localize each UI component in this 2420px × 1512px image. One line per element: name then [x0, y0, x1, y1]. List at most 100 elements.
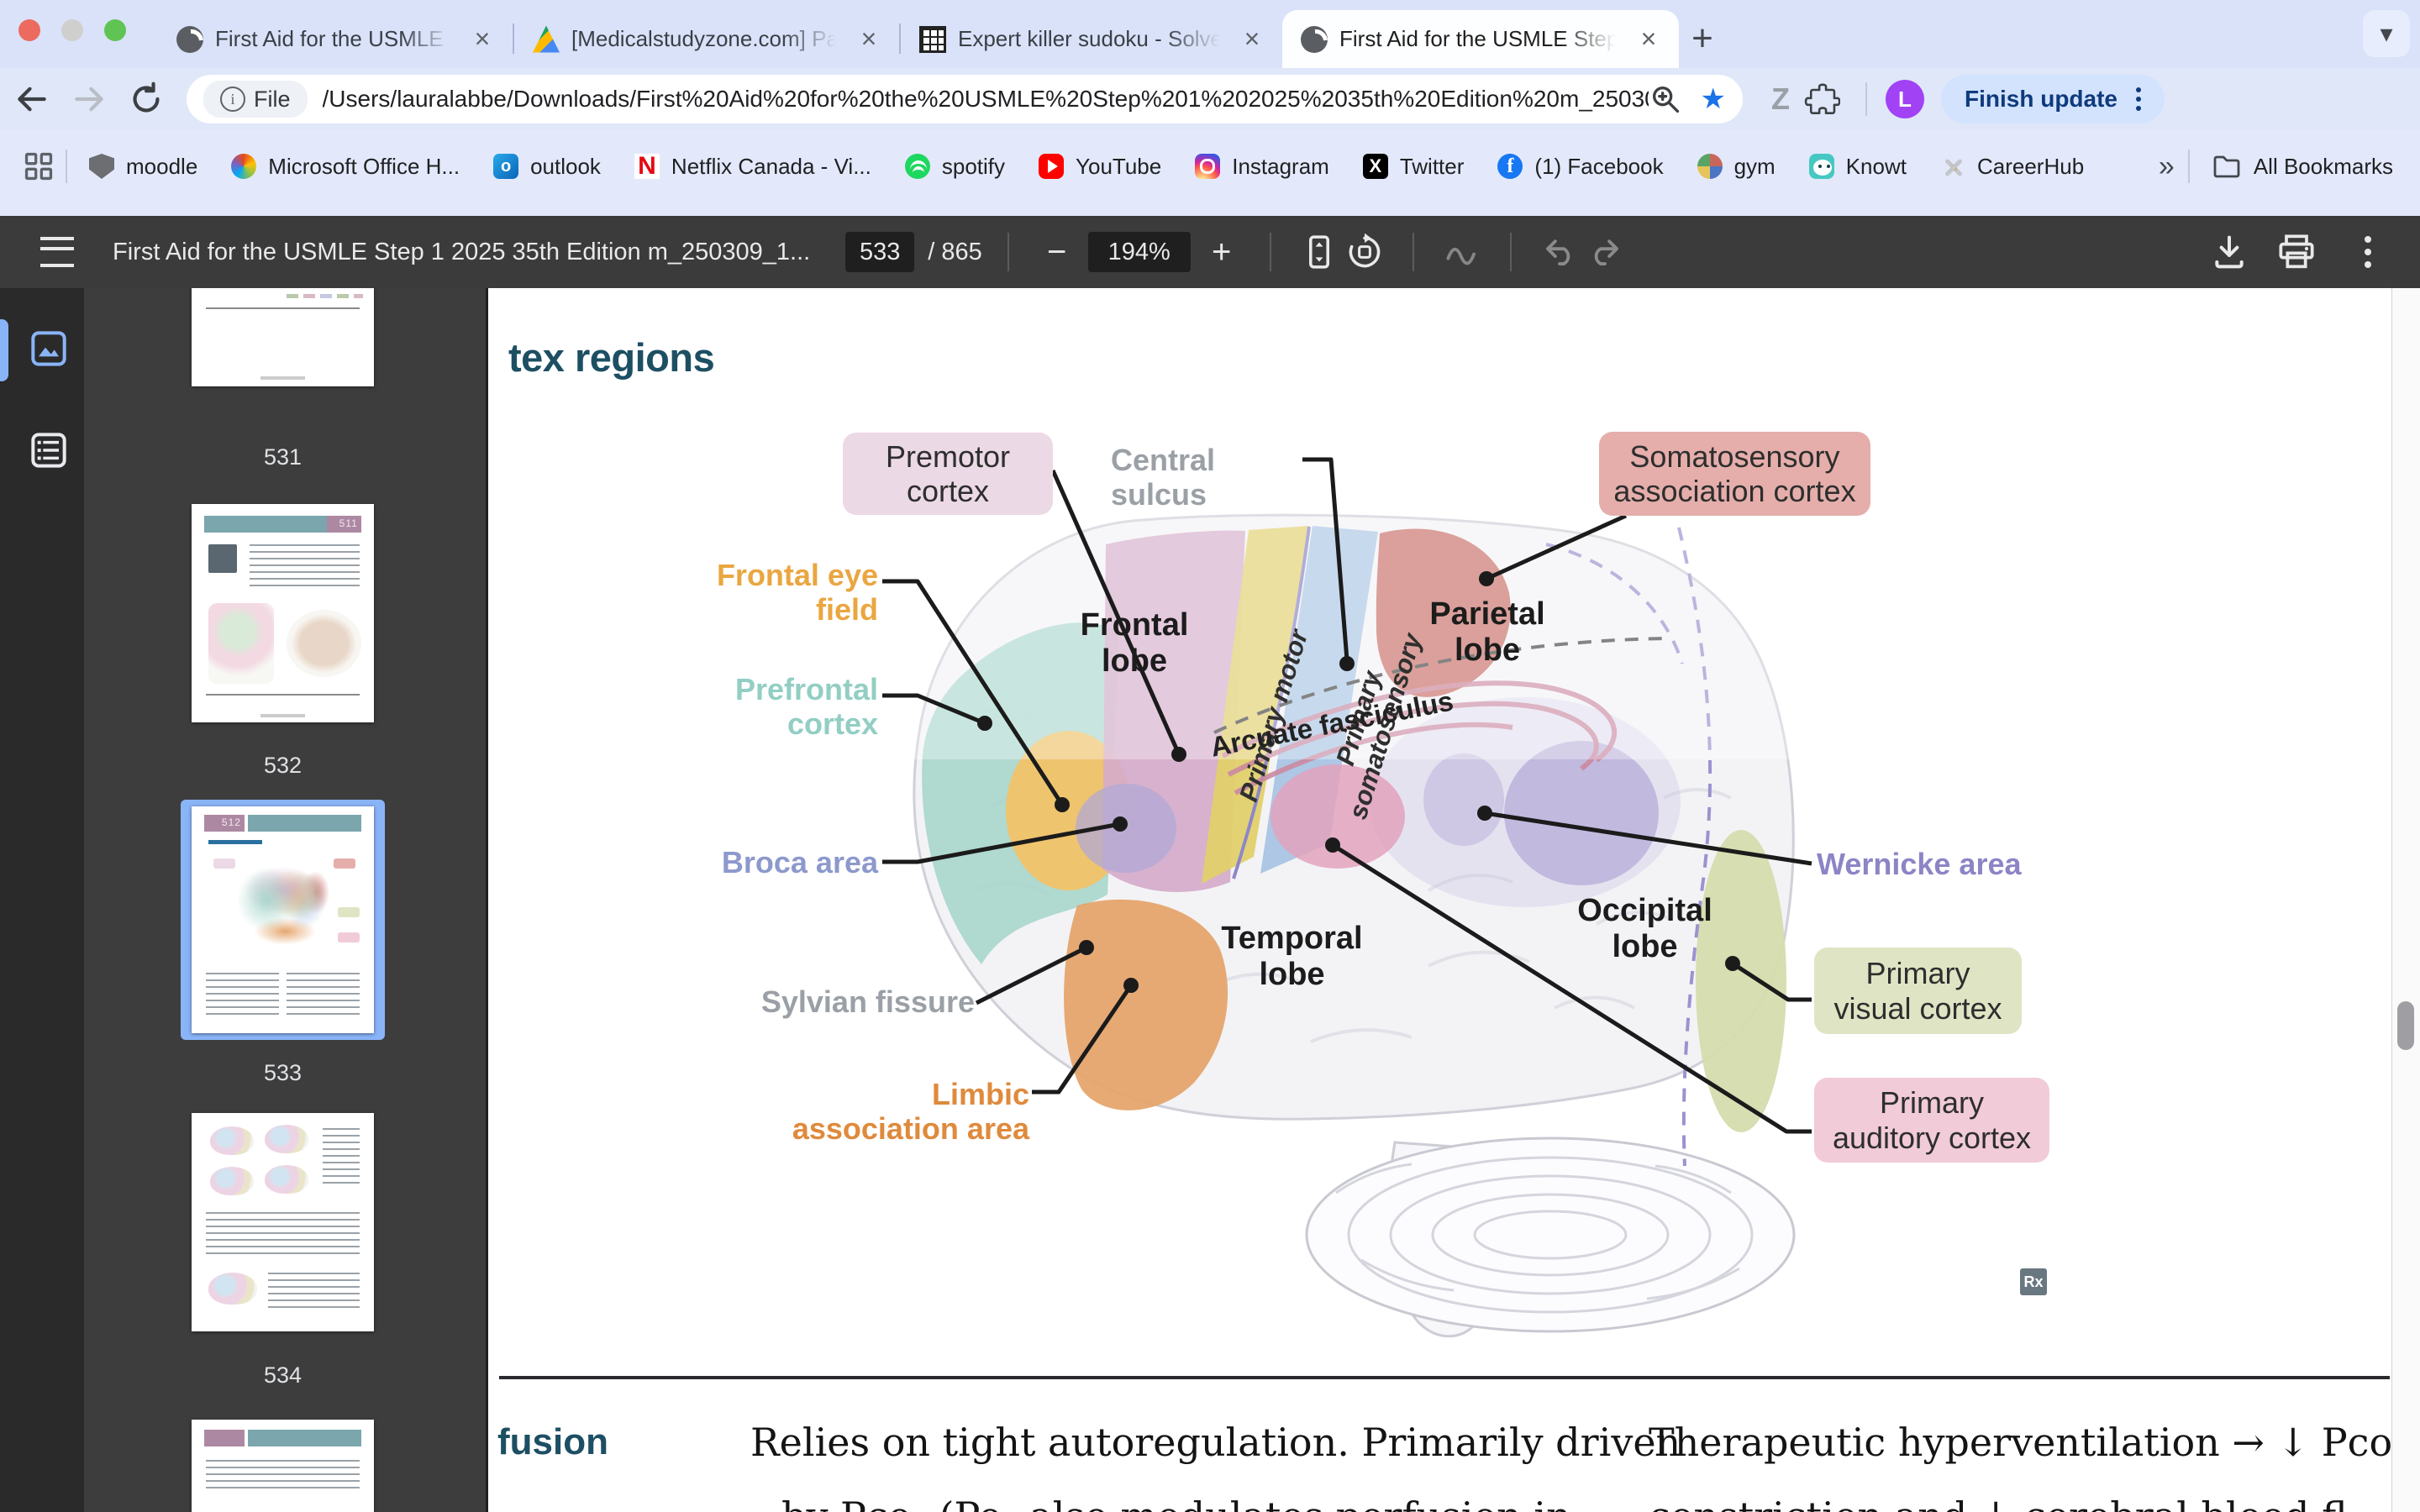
bookmark-label: Instagram	[1232, 154, 1329, 180]
bookmark-label: gym	[1734, 154, 1776, 180]
tab-close-icon[interactable]	[467, 24, 497, 55]
rotate-icon[interactable]	[1342, 229, 1387, 275]
zoom-window-button[interactable]	[104, 19, 126, 41]
undo-icon[interactable]	[1537, 229, 1582, 275]
gym-icon	[1697, 154, 1723, 179]
url-text[interactable]: /Users/lauralabbe/Downloads/First%20Aid%…	[323, 86, 1649, 113]
file-chip[interactable]: File	[203, 81, 308, 118]
tab-4[interactable]: First Aid for the USMLE Step 1	[1282, 10, 1679, 68]
page-scrollbar[interactable]	[2391, 288, 2420, 1512]
bookmark-knowt[interactable]: Knowt	[1809, 154, 1907, 180]
body-text-col2-partial: constriction and ↓ cerebral blood fl	[1649, 1494, 2348, 1512]
bookmark-label: (1) Facebook	[1534, 154, 1663, 180]
redo-icon[interactable]	[1582, 229, 1628, 275]
toolbar-divider	[1865, 82, 1867, 116]
pdf-globe-icon	[1301, 26, 1328, 53]
bookmark-moodle[interactable]: moodle	[89, 154, 197, 180]
tab-2[interactable]: [Medicalstudyzone.com] Path	[514, 10, 899, 68]
bookmarks-divider	[66, 150, 67, 183]
pdf-more-kebab-icon[interactable]	[2365, 249, 2371, 255]
bookmark--1-facebook[interactable]: (1) Facebook	[1497, 154, 1663, 180]
window-controls	[18, 19, 126, 41]
pdf-toolbar: First Aid for the USMLE Step 1 2025 35th…	[0, 216, 2420, 288]
forward-icon[interactable]	[64, 74, 114, 124]
bookmark-label: outlook	[530, 154, 601, 180]
zoom-out-button[interactable]	[1034, 229, 1080, 275]
zoom-in-button[interactable]	[1199, 229, 1244, 275]
pdf-menu-hamburger-icon[interactable]	[40, 237, 74, 267]
tab-close-icon[interactable]	[854, 24, 884, 55]
browser-menu-kebab-icon[interactable]	[2136, 97, 2141, 102]
bookmark-label: YouTube	[1076, 154, 1161, 180]
pdf-page[interactable]	[486, 288, 2391, 1512]
scrollbar-thumb[interactable]	[2397, 1001, 2414, 1050]
tab-close-icon[interactable]	[1634, 24, 1664, 55]
omnibox[interactable]: File /Users/lauralabbe/Downloads/First%2…	[187, 75, 1743, 123]
folder-icon	[2212, 151, 2242, 181]
thumbnails-view-icon[interactable]	[29, 328, 69, 369]
bookmark-label: moodle	[126, 154, 197, 180]
google-drive-icon	[533, 26, 560, 53]
annotate-pen-icon[interactable]	[1439, 229, 1485, 275]
body-text-col1-partial: by Pco₂ (Po₂ also modulates perfusion in	[781, 1494, 1571, 1512]
tab-title: First Aid for the USMLE Step 1	[215, 26, 455, 52]
toolbar-separator	[1270, 233, 1271, 271]
thumbnail-page-number: 534	[192, 1362, 374, 1389]
bookmark-label: spotify	[942, 154, 1005, 180]
active-rail-indicator	[0, 319, 8, 381]
page-thumbnail-partial[interactable]	[192, 1420, 374, 1512]
tab-1[interactable]: First Aid for the USMLE Step 1	[158, 10, 513, 68]
browser-window: First Aid for the USMLE Step 1 [Medicalst…	[0, 0, 2420, 1512]
bookmark-label: Twitter	[1400, 154, 1465, 180]
bookmark-outlook[interactable]: outlook	[493, 154, 601, 180]
all-bookmarks-button[interactable]: All Bookmarks	[2212, 151, 2393, 181]
fit-page-icon[interactable]	[1297, 229, 1342, 275]
bookmark-careerhub[interactable]: CareerHub	[1940, 154, 2084, 180]
bookmark-gym[interactable]: gym	[1697, 154, 1776, 180]
zoom-level-value[interactable]: 194%	[1088, 232, 1191, 272]
bookmarks-overflow-icon[interactable]	[2159, 150, 2175, 183]
zoom-page-icon[interactable]	[1649, 82, 1682, 116]
new-tab-button[interactable]	[1679, 15, 1726, 62]
bookmark-label: Netflix Canada - Vi...	[671, 154, 871, 180]
bookmark-twitter[interactable]: Twitter	[1363, 154, 1465, 180]
toolbar-separator	[1510, 233, 1512, 271]
thumbnail-page-number: 533	[192, 1060, 374, 1086]
bookmark-star-icon[interactable]	[1701, 82, 1726, 116]
rx-badge: Rx	[2020, 1268, 2047, 1295]
finish-update-button[interactable]: Finish update	[1941, 75, 2165, 123]
back-icon[interactable]	[7, 74, 57, 124]
bookmark-microsoft-office-h-[interactable]: Microsoft Office H...	[231, 154, 460, 180]
thumbnails-panel[interactable]: 531511532512533534	[84, 288, 486, 1512]
bookmark-netflix-canada-vi-[interactable]: Netflix Canada - Vi...	[634, 154, 871, 180]
all-bookmarks-label: All Bookmarks	[2254, 154, 2393, 180]
extensions-puzzle-icon[interactable]	[1797, 74, 1847, 124]
bookmark-instagram[interactable]: Instagram	[1195, 154, 1329, 180]
tab-search-chevron-icon[interactable]	[2363, 10, 2410, 57]
page-number-input[interactable]: 533	[845, 232, 914, 272]
tab-3[interactable]: Expert killer sudoku - Solve fr	[901, 10, 1282, 68]
profile-avatar[interactable]: L	[1886, 80, 1924, 118]
bookmark-spotify[interactable]: spotify	[905, 154, 1005, 180]
page-thumbnail-534[interactable]	[192, 1113, 374, 1331]
outline-view-icon[interactable]	[29, 430, 69, 470]
bookmark-youtube[interactable]: YouTube	[1039, 154, 1161, 180]
apps-grid-icon[interactable]	[22, 150, 55, 183]
download-icon[interactable]	[2207, 229, 2252, 275]
info-icon	[220, 87, 245, 112]
z-extension-icon[interactable]	[1771, 81, 1790, 117]
section-heading: tex regions	[508, 334, 714, 381]
close-window-button[interactable]	[18, 19, 40, 41]
page-thumbnail-531[interactable]	[192, 288, 374, 386]
page-thumbnail-532[interactable]: 511	[192, 504, 374, 722]
minimize-window-button[interactable]	[61, 19, 83, 41]
print-icon[interactable]	[2274, 229, 2319, 275]
thumbnail-page-number: 532	[192, 753, 374, 779]
outlook-icon	[493, 154, 518, 179]
tab-close-icon[interactable]	[1237, 24, 1267, 55]
bookmark-label: Knowt	[1846, 154, 1907, 180]
reload-icon[interactable]	[121, 74, 171, 124]
page-thumbnail-533[interactable]: 512	[192, 806, 374, 1033]
pdf-document-title: First Aid for the USMLE Step 1 2025 35th…	[113, 239, 810, 266]
toolbar-separator	[1007, 233, 1009, 271]
